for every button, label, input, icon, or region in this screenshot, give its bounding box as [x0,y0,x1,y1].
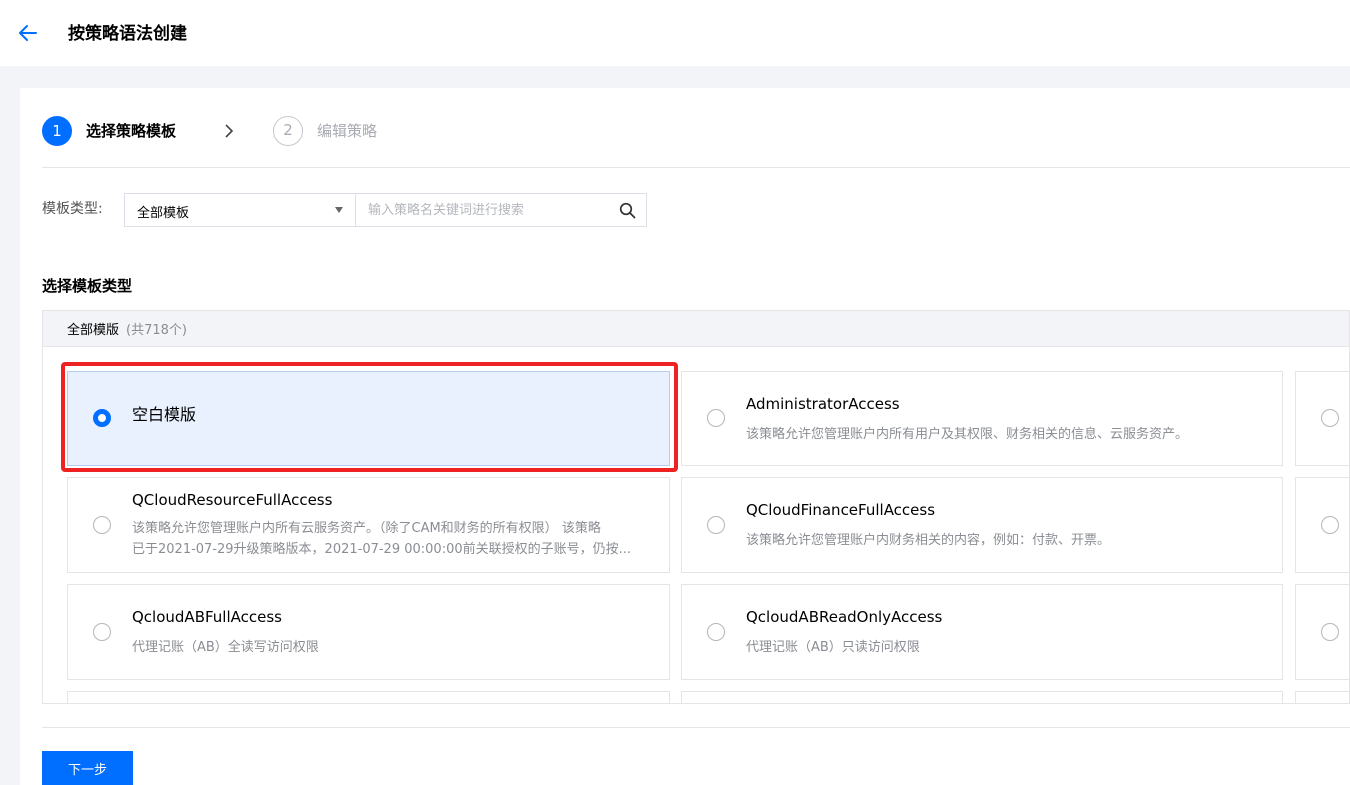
template-tile-clipped[interactable] [67,691,670,703]
template-tile-qcloudabfullaccess[interactable]: QcloudABFullAccess 代理记账（AB）全读写访问权限 [67,584,670,680]
search-box [356,193,647,227]
chevron-right-icon [225,124,234,138]
radio[interactable] [707,516,725,534]
template-type-select[interactable]: 全部模板 [124,193,356,227]
template-tile-administratoraccess[interactable]: AdministratorAccess 该策略允许您管理账户内所有用户及其权限、… [681,371,1283,466]
list-header: 全部模版 (共718个) [43,311,1349,347]
radio-selected[interactable] [93,409,111,427]
step-1-number: 1 [42,116,72,146]
template-tile-partial[interactable] [1295,477,1349,573]
template-desc: 该策略允许您管理账户内所有云服务资产。（除了CAM和财务的所有权限） 该策略 [132,521,601,536]
list-header-name: 全部模版 [67,323,120,338]
template-name: QCloudFinanceFullAccess [746,501,936,519]
template-type-value: 全部模板 [137,206,190,221]
divider [42,167,1350,168]
page-title: 按策略语法创建 [68,24,187,44]
search-input[interactable] [356,194,606,226]
template-name: 空白模版 [132,405,197,424]
template-tile-partial[interactable] [1295,371,1349,466]
template-desc: 该策略允许您管理账户内所有用户及其权限、财务相关的信息、云服务资产。 [746,427,1189,442]
radio[interactable] [707,409,725,427]
template-name: AdministratorAccess [746,395,900,413]
template-tile-qcloudabreadonlyaccess[interactable]: QcloudABReadOnlyAccess 代理记账（AB）只读访问权限 [681,584,1283,680]
template-tile-qcloudresourcefullaccess[interactable]: QCloudResourceFullAccess 该策略允许您管理账户内所有云服… [67,477,670,573]
next-step-button[interactable]: 下一步 [42,751,133,785]
template-tile-clipped[interactable] [681,691,1283,703]
top-bar: 按策略语法创建 [0,0,1350,66]
template-tile-qcloudfinancefullaccess[interactable]: QCloudFinanceFullAccess 该策略允许您管理账户内财务相关的… [681,477,1283,573]
template-desc: 代理记账（AB）全读写访问权限 [132,640,319,655]
radio[interactable] [1321,623,1339,641]
step-1-label: 选择策略模板 [86,122,177,140]
caret-down-icon [335,207,343,213]
template-type-label: 模板类型: [42,201,103,217]
template-list: 全部模版 (共718个) 空白模版 AdministratorAccess 该策… [42,310,1350,704]
template-tile-clipped[interactable] [1295,691,1349,703]
template-name: QcloudABReadOnlyAccess [746,608,943,626]
radio[interactable] [93,623,111,641]
section-title: 选择模板类型 [42,277,133,295]
template-name: QCloudResourceFullAccess [132,491,333,509]
template-name: QcloudABFullAccess [132,608,282,626]
template-tile-blank[interactable]: 空白模版 [67,371,670,466]
step-2-label: 编辑策略 [317,122,378,140]
template-desc: 该策略允许您管理账户内财务相关的内容，例如：付款、开票。 [746,533,1111,548]
back-arrow-icon[interactable] [17,22,39,44]
radio[interactable] [1321,516,1339,534]
radio[interactable] [93,516,111,534]
template-desc: 代理记账（AB）只读访问权限 [746,640,920,655]
radio[interactable] [1321,409,1339,427]
footer-divider [42,727,1350,728]
step-2-number: 2 [273,116,303,146]
template-tile-partial[interactable] [1295,584,1349,680]
search-icon[interactable] [619,202,636,219]
list-header-count: (共718个) [126,323,187,338]
template-desc-line2: 已于2021-07-29升级策略版本，2021-07-29 00:00:00前关… [132,542,632,557]
radio[interactable] [707,623,725,641]
